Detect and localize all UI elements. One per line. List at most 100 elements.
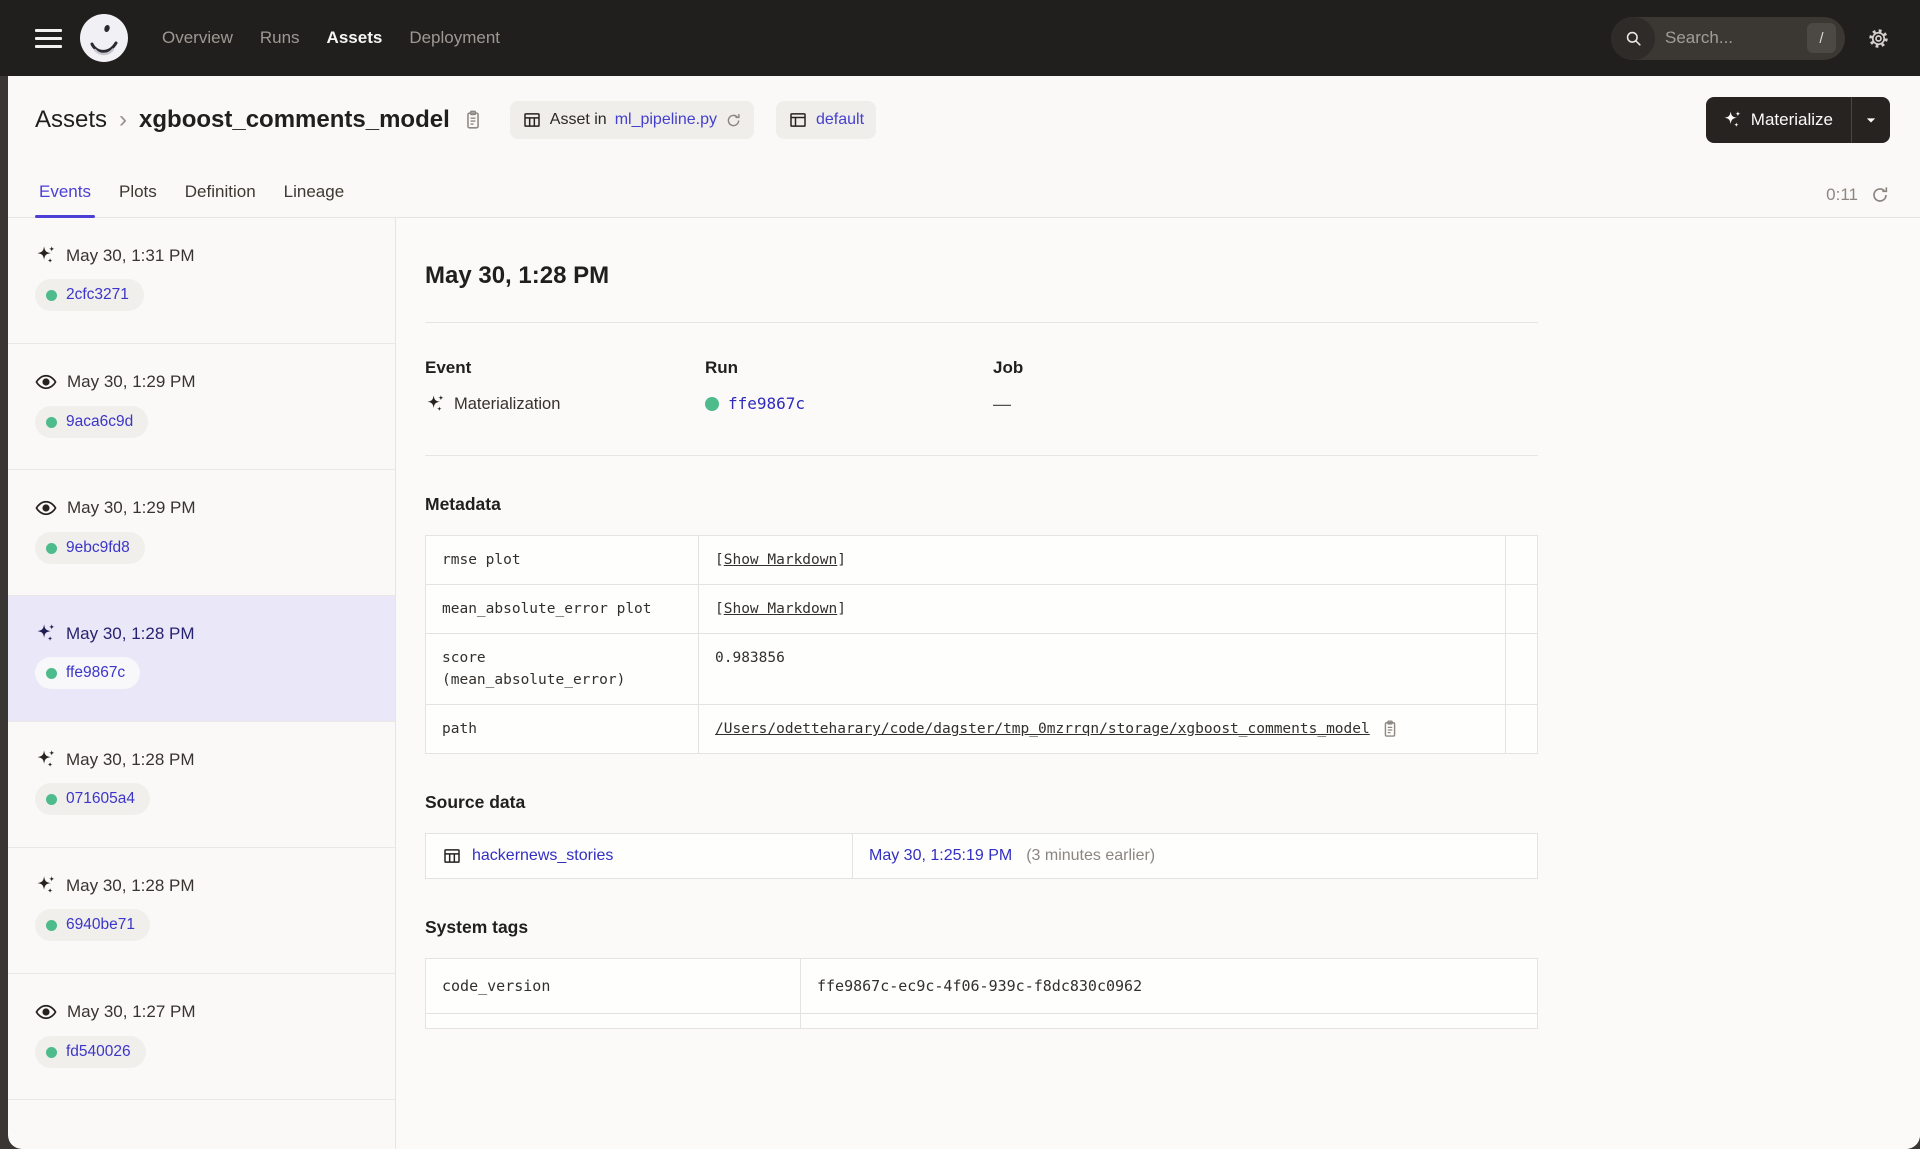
tag-value: ffe9867c-ec9c-4f06-939c-f8dc830c0962	[800, 959, 1537, 1013]
run-link[interactable]: 9aca6c9d	[66, 413, 133, 431]
nav-link-deployment[interactable]: Deployment	[409, 28, 500, 48]
nav-link-runs[interactable]: Runs	[260, 28, 300, 48]
event-timestamp: May 30, 1:28 PM	[66, 875, 195, 895]
tab-lineage[interactable]: Lineage	[280, 182, 349, 217]
asset-in-label: Asset in	[549, 111, 607, 128]
dagster-logo-icon[interactable]	[80, 14, 128, 62]
event-list-item[interactable]: May 30, 1:31 PM 2cfc3271	[8, 218, 395, 344]
run-column-header: Run	[705, 358, 739, 377]
page-title: xgboost_comments_model	[139, 106, 450, 133]
materialization-icon	[425, 394, 445, 414]
run-link[interactable]: 9ebc9fd8	[66, 539, 130, 557]
nav-link-assets[interactable]: Assets	[327, 28, 383, 48]
event-list-item[interactable]: May 30, 1:28 PM 071605a4	[8, 722, 395, 848]
event-list-item[interactable]: May 30, 1:29 PM 9ebc9fd8	[8, 470, 395, 596]
metadata-key: path	[442, 721, 477, 737]
top-nav: Overview Runs Assets Deployment /	[0, 0, 1920, 76]
materialize-split-button: Materialize	[1705, 97, 1890, 143]
copy-asset-name-icon[interactable]	[462, 109, 484, 131]
event-list-item[interactable]: May 30, 1:28 PM 6940be71	[8, 848, 395, 974]
nav-link-overview[interactable]: Overview	[162, 28, 233, 48]
breadcrumb-assets[interactable]: Assets	[35, 106, 107, 134]
run-link[interactable]: fd540026	[66, 1043, 131, 1061]
search-box[interactable]: /	[1611, 16, 1845, 60]
observation-icon	[35, 497, 57, 519]
materialization-icon	[35, 245, 56, 266]
repository-link[interactable]: default	[816, 111, 864, 129]
repository-badge: default	[775, 101, 877, 139]
bracket: [	[715, 552, 724, 568]
event-column-header: Event	[425, 358, 472, 377]
metadata-table: rmse plot [Show Markdown] mean_absolute_…	[425, 535, 1538, 754]
table-row: hackernews_stories May 30, 1:25:19 PM (3…	[426, 834, 1537, 878]
source-asset-link[interactable]: hackernews_stories	[472, 847, 613, 865]
event-timestamp: May 30, 1:31 PM	[66, 245, 195, 265]
run-status-dot	[705, 396, 719, 411]
reload-definition-icon[interactable]	[725, 112, 742, 129]
run-status-dot	[46, 416, 57, 428]
settings-gear-icon[interactable]	[1867, 27, 1890, 50]
system-tags-heading: System tags	[425, 917, 529, 937]
materialization-icon	[35, 623, 56, 644]
materialization-icon	[35, 749, 56, 770]
show-markdown-link[interactable]: Show Markdown	[724, 552, 838, 568]
bracket: [	[715, 601, 724, 617]
materialize-button[interactable]: Materialize	[1706, 97, 1851, 143]
source-timestamp-link[interactable]: May 30, 1:25:19 PM	[869, 847, 1012, 865]
tab-plots[interactable]: Plots	[115, 182, 161, 217]
run-id-link[interactable]: ffe9867c	[728, 394, 805, 413]
observation-icon	[35, 1001, 57, 1023]
search-input[interactable]	[1655, 28, 1807, 48]
sparkle-icon	[1722, 110, 1742, 130]
system-tags-table: code_version ffe9867c-ec9c-4f06-939c-f8d…	[425, 958, 1538, 1029]
event-list: May 30, 1:31 PM 2cfc3271 May 30, 1:29 PM…	[8, 218, 396, 1149]
table-row	[426, 1014, 1537, 1028]
run-pill: 9aca6c9d	[35, 406, 149, 438]
asset-header: Assets › xgboost_comments_model Asset in…	[8, 76, 1920, 164]
event-timestamp: May 30, 1:27 PM	[67, 1002, 196, 1021]
search-icon[interactable]	[1611, 16, 1655, 60]
run-status-dot	[46, 919, 57, 931]
storage-path-link[interactable]: /Users/odetteharary/code/dagster/tmp_0mz…	[715, 718, 1370, 740]
event-timestamp: May 30, 1:29 PM	[67, 498, 196, 517]
event-list-item-selected[interactable]: May 30, 1:28 PM ffe9867c	[8, 596, 395, 722]
run-link[interactable]: 2cfc3271	[66, 286, 129, 304]
event-detail: May 30, 1:28 PM Event Materialization Ru…	[396, 218, 1920, 1149]
run-status-dot	[46, 542, 57, 554]
show-markdown-link[interactable]: Show Markdown	[724, 601, 838, 617]
refresh-icon[interactable]	[1870, 185, 1890, 205]
tab-events[interactable]: Events	[35, 182, 95, 218]
event-timestamp: May 30, 1:29 PM	[67, 372, 196, 391]
run-pill: 6940be71	[35, 909, 150, 941]
table-row: rmse plot [Show Markdown]	[426, 536, 1537, 585]
run-status-dot	[46, 667, 57, 679]
chevron-down-icon	[1861, 110, 1881, 130]
breadcrumb-separator: ›	[119, 106, 128, 133]
tag-key: code_version	[442, 977, 551, 995]
source-relative-time: (3 minutes earlier)	[1026, 847, 1156, 864]
event-list-item[interactable]: May 30, 1:27 PM fd540026	[8, 974, 395, 1100]
table-row: code_version ffe9867c-ec9c-4f06-939c-f8d…	[426, 959, 1537, 1014]
source-data-heading: Source data	[425, 792, 526, 812]
job-column-header: Job	[993, 358, 1024, 377]
nav-links: Overview Runs Assets Deployment	[162, 28, 500, 48]
copy-path-icon[interactable]	[1380, 719, 1400, 739]
materialize-options-button[interactable]	[1852, 97, 1890, 143]
tab-definition[interactable]: Definition	[181, 182, 260, 217]
pipeline-file-link[interactable]: ml_pipeline.py	[615, 111, 717, 129]
run-pill: ffe9867c	[35, 657, 141, 689]
menu-icon[interactable]	[35, 24, 62, 53]
table-row: score (mean_absolute_error) 0.983856	[426, 634, 1537, 705]
metadata-value: 0.983856	[698, 634, 1505, 704]
event-list-item[interactable]: May 30, 1:29 PM 9aca6c9d	[8, 344, 395, 470]
event-detail-title: May 30, 1:28 PM	[425, 262, 610, 289]
metadata-heading: Metadata	[425, 494, 501, 514]
run-status-dot	[46, 289, 57, 301]
asset-tabs: Events Plots Definition Lineage 0:11	[8, 164, 1920, 218]
source-data-table: hackernews_stories May 30, 1:25:19 PM (3…	[425, 833, 1538, 879]
run-pill: 9ebc9fd8	[35, 532, 145, 564]
run-link[interactable]: 071605a4	[66, 790, 135, 808]
run-link[interactable]: 6940be71	[66, 916, 135, 934]
run-status-dot	[46, 793, 57, 805]
run-link[interactable]: ffe9867c	[66, 664, 125, 682]
